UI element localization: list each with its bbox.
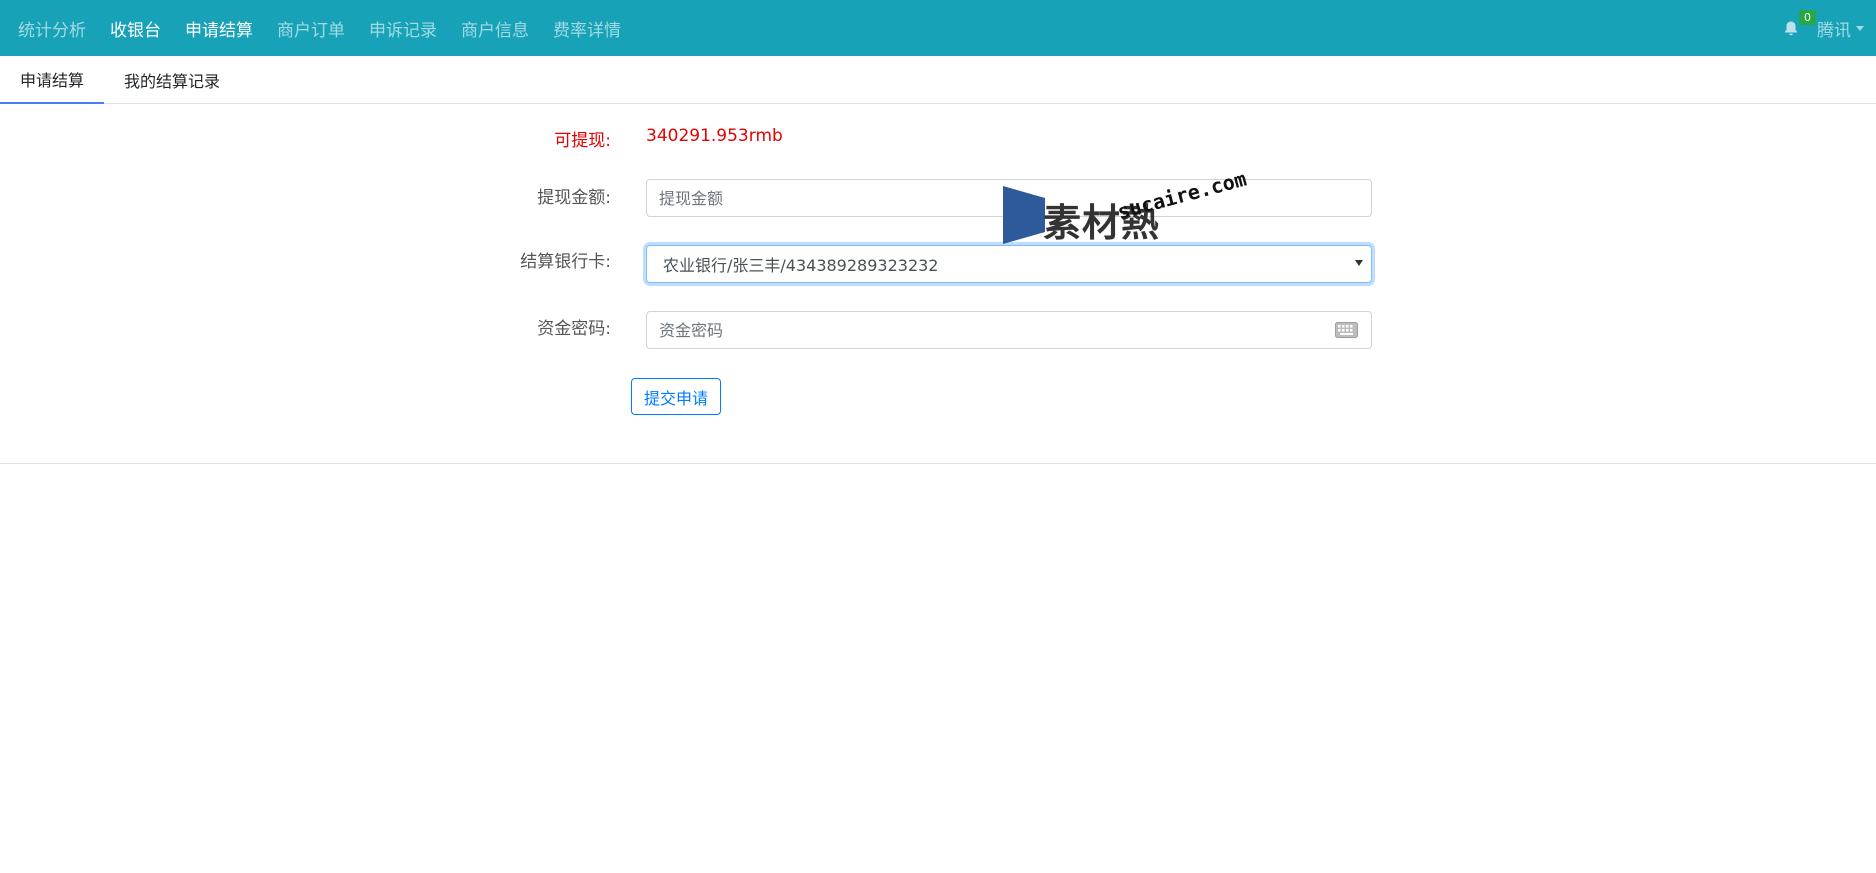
nav-item-merchant-orders[interactable]: 商户订单 [273, 16, 349, 41]
bank-card-select[interactable]: 农业银行/张三丰/434389289323232 [646, 245, 1372, 283]
user-name: 腾讯 [1817, 20, 1851, 41]
content-divider [0, 463, 1876, 464]
watermark: 素材熱 sucaire.com [1003, 167, 1253, 246]
notification-button[interactable]: 0 [1783, 9, 1816, 37]
nav-item-statistics[interactable]: 统计分析 [14, 16, 90, 41]
nav-item-complaint-records[interactable]: 申诉记录 [365, 16, 441, 41]
nav-links: 统计分析 收银台 申请结算 商户订单 申诉记录 商户信息 费率详情 [14, 0, 641, 56]
bank-card-selected: 农业银行/张三丰/434389289323232 [663, 256, 939, 275]
user-menu[interactable]: 腾讯 [1817, 16, 1864, 41]
watermark-url: sucaire.com [1114, 166, 1249, 224]
available-value: 340291.953rmb [646, 126, 783, 146]
bell-icon [1785, 21, 1797, 35]
nav-item-merchant-info[interactable]: 商户信息 [457, 16, 533, 41]
tab-my-settlement-records[interactable]: 我的结算记录 [104, 56, 240, 104]
top-navbar: 统计分析 收银台 申请结算 商户订单 申诉记录 商户信息 费率详情 0 腾讯 [0, 0, 1876, 56]
available-label: 可提现: [554, 131, 611, 151]
notification-badge: 0 [1799, 9, 1816, 25]
settlement-tabs: 申请结算 我的结算记录 [0, 56, 1876, 104]
amount-label: 提现金额: [537, 188, 611, 208]
nav-right: 0 腾讯 [1783, 0, 1864, 56]
nav-item-rate-details[interactable]: 费率详情 [549, 16, 625, 41]
submit-application-button[interactable]: 提交申请 [631, 378, 722, 415]
fund-password-input[interactable] [646, 311, 1372, 349]
nav-item-cashier[interactable]: 收银台 [106, 16, 165, 41]
nav-item-apply-settlement[interactable]: 申请结算 [181, 16, 257, 41]
caret-down-icon [1856, 25, 1864, 31]
bank-label: 结算银行卡: [520, 252, 611, 272]
chevron-down-icon [1355, 260, 1363, 266]
keyboard-icon[interactable] [1335, 322, 1358, 338]
password-label: 资金密码: [537, 319, 611, 339]
watermark-logo-mark [1003, 186, 1045, 244]
tab-apply-settlement[interactable]: 申请结算 [0, 56, 105, 104]
